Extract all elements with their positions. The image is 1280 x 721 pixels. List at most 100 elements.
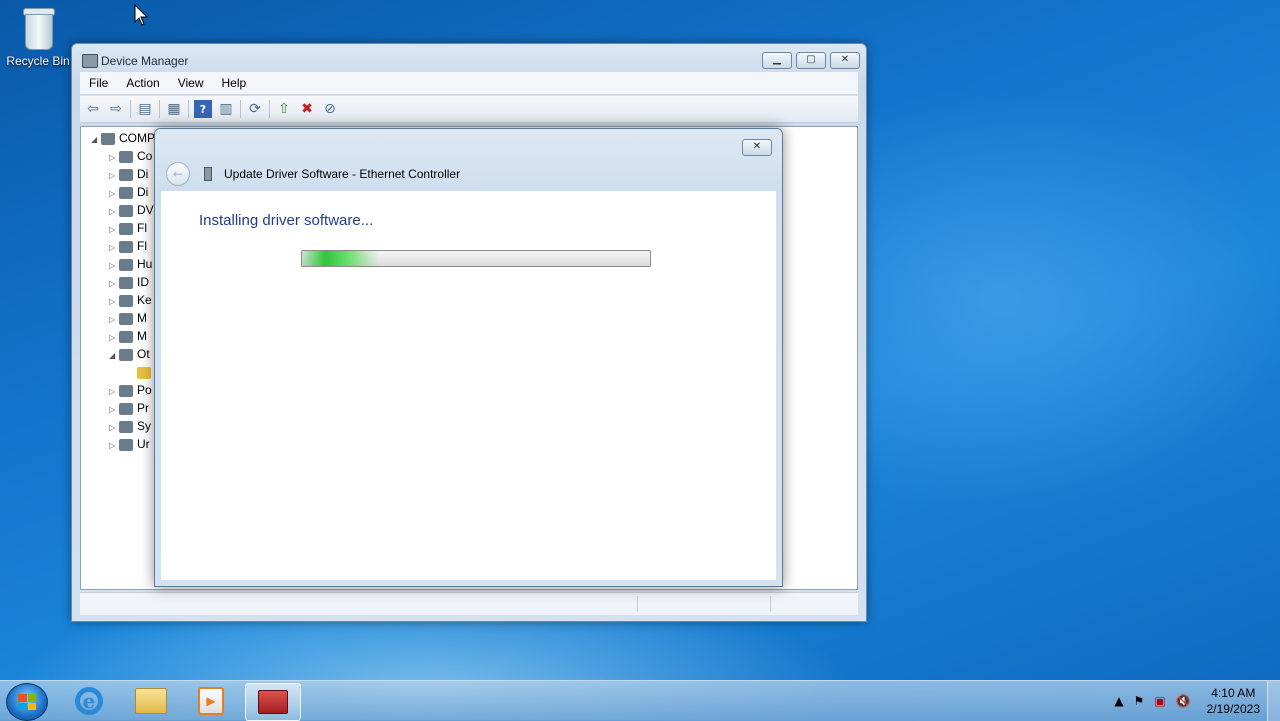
volume-muted-icon[interactable]: 🔇 [1176,694,1191,708]
tree-item[interactable]: ▷ M [109,327,147,345]
system-tray: ▲ ⚑ ▣ 🔇 4:10 AM 2/19/2023 [1114,681,1260,721]
properties-icon[interactable]: ▦ [165,100,183,118]
tree-item-label: Ke [137,293,152,307]
tree-item[interactable]: ▷ Co [109,147,152,165]
dialog-close-button[interactable]: ✕ [742,139,772,156]
clock-time: 4:10 AM [1211,686,1256,700]
uninstall-icon[interactable]: ✖ [298,100,316,118]
maximize-button[interactable]: ▢ [796,52,826,69]
tree-item-label: Co [137,149,153,163]
tree-item-label: DV [137,203,154,217]
tree-item-label: Sy [137,419,152,433]
device-category-icon [119,402,133,415]
device-category-icon [101,132,115,145]
device-manager-icon [82,54,98,68]
disable-icon[interactable]: ⊘ [321,100,339,118]
tree-item[interactable]: ▷ Fl [109,219,147,237]
tree-item[interactable]: ▷ Fl [109,237,147,255]
tree-expander-icon[interactable]: ◢ [91,131,101,149]
tree-item-label: COMP [119,131,155,145]
tree-item[interactable]: ▷ Ke [109,291,152,309]
device-category-icon [119,150,133,163]
device-category-icon [119,258,133,271]
tree-item-label: Pr [137,401,149,415]
install-status-text: Installing driver software... [199,212,374,229]
device-category-icon [119,186,133,199]
show-desktop-button[interactable] [1267,681,1280,721]
scan-hardware-icon[interactable]: ⟳ [246,100,264,118]
update-driver-icon[interactable]: ⇧ [275,100,293,118]
network-icon[interactable]: ▣ [1154,694,1165,708]
device-category-icon [119,222,133,235]
menu-bar: File Action View Help [80,72,858,94]
tree-item[interactable]: ▷ Pr [109,399,149,417]
tree-item[interactable]: ▷ Di [109,183,148,201]
toolbar: ⇦ ⇨ ▤ ▦ ? ▥ ⟳ ⇧ ✖ ⊘ [80,95,858,123]
device-category-icon [119,384,133,397]
tree-item-label: Fl [137,239,147,253]
tree-item-label: Ot [137,347,150,361]
tree-expander-icon[interactable]: ▷ [109,437,119,455]
progress-fill [302,251,379,266]
device-category-icon [119,240,133,253]
device-category-icon [119,420,133,433]
tree-item[interactable]: ▷ Po [109,381,152,399]
device-category-icon [119,294,133,307]
tree-item-label: Di [137,185,149,199]
tree-item[interactable] [127,363,155,381]
ethernet-device-icon [204,167,212,181]
clock[interactable]: 4:10 AM 2/19/2023 [1207,685,1260,717]
show-hide-console-tree-icon[interactable]: ▤ [136,100,154,118]
device-category-icon [119,276,133,289]
device-category-icon [119,312,133,325]
tree-item-label: Ur [137,437,150,451]
action-center-flag-icon[interactable]: ⚑ [1134,694,1145,708]
taskbar-file-explorer[interactable] [124,683,178,719]
tree-item-label: Po [137,383,152,397]
progress-bar [301,250,651,267]
tree-item[interactable]: ▷ ID [109,273,149,291]
tree-item[interactable]: ▷ DV [109,201,154,219]
tree-item-label: Hu [137,257,153,271]
forward-arrow-icon[interactable]: ⇨ [107,100,125,118]
menu-help[interactable]: Help [213,76,256,90]
back-arrow-icon[interactable]: ⇦ [84,100,102,118]
taskbar-device-manager[interactable] [245,683,301,721]
taskbar-media-player[interactable]: ▶ [184,683,238,719]
taskbar-internet-explorer[interactable]: e [62,683,116,719]
dialog-title: Update Driver Software - Ethernet Contro… [224,167,461,181]
tree-expander-icon[interactable]: ◢ [109,347,119,365]
toolbox-icon [258,690,288,714]
menu-file[interactable]: File [80,76,117,90]
menu-view[interactable]: View [169,76,213,90]
tree-item[interactable]: ◢ Ot [109,345,150,363]
recycle-bin[interactable]: Recycle Bin [4,6,72,68]
clock-date: 2/19/2023 [1206,702,1260,716]
status-bar [80,592,858,615]
device-category-icon [119,168,133,181]
recycle-bin-label: Recycle Bin [6,54,70,68]
tree-item[interactable]: ▷ Di [109,165,148,183]
start-button[interactable] [6,683,48,721]
windows-logo-icon [18,694,36,710]
minimize-button[interactable]: ▁ [762,52,792,69]
tree-item[interactable]: ◢ COMP [91,129,155,147]
close-button[interactable]: ✕ [830,52,860,69]
tree-item[interactable]: ▷ Sy [109,417,151,435]
back-icon[interactable]: ← [166,162,190,186]
tree-item-label: M [137,329,147,343]
tree-item-label: Di [137,167,149,181]
action-pane-icon[interactable]: ▥ [217,100,235,118]
tree-item-label: Fl [137,221,147,235]
taskbar: e ▶ ▲ ⚑ ▣ 🔇 4:10 AM 2/19/2023 [0,680,1280,721]
tree-item[interactable]: ▷ Ur [109,435,150,453]
tree-item[interactable]: ▷ M [109,309,147,327]
show-hidden-icons-icon[interactable]: ▲ [1114,694,1123,708]
menu-action[interactable]: Action [117,76,168,90]
help-icon[interactable]: ? [194,100,212,118]
tree-item-label: ID [137,275,149,289]
device-category-icon [119,330,133,343]
tree-item[interactable]: ▷ Hu [109,255,152,273]
update-driver-dialog: ✕ ← Update Driver Software - Ethernet Co… [154,128,783,587]
device-category-icon [119,438,133,451]
